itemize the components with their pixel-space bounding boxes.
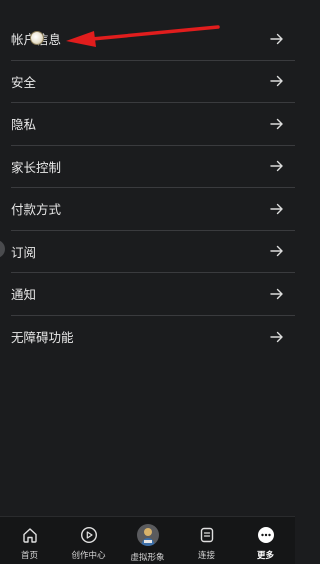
menu-item-security[interactable]: 安全 xyxy=(11,61,295,103)
menu-item-payment-methods[interactable]: 付款方式 xyxy=(11,188,295,231)
tab-label: 连接 xyxy=(197,551,215,561)
menu-item-notifications[interactable]: 通知 xyxy=(11,273,295,316)
tab-label: 创作中心 xyxy=(71,551,106,561)
touch-cursor-icon xyxy=(30,31,44,45)
menu-item-privacy[interactable]: 隐私 xyxy=(11,103,295,146)
arrow-right-icon xyxy=(270,76,283,87)
menu-item-account-info[interactable]: 帐户信息 xyxy=(11,18,295,61)
menu-item-label: 家长控制 xyxy=(11,159,62,175)
menu-item-label: 隐私 xyxy=(11,117,37,133)
arrow-right-icon xyxy=(270,33,283,44)
menu-item-parental-controls[interactable]: 家长控制 xyxy=(11,146,295,188)
tab-label: 虚拟形象 xyxy=(130,553,165,563)
home-icon xyxy=(22,528,37,543)
arrow-right-icon xyxy=(270,203,283,214)
arrow-right-icon xyxy=(270,331,283,342)
play-circle-icon xyxy=(80,526,97,544)
document-icon xyxy=(200,527,213,543)
arrow-right-icon xyxy=(270,118,283,129)
arrow-right-icon xyxy=(270,288,283,299)
tab-label: 首页 xyxy=(20,551,38,561)
menu-item-label: 通知 xyxy=(11,287,37,303)
arrow-right-icon xyxy=(270,246,283,257)
more-dots-icon xyxy=(257,527,274,543)
tab-home[interactable]: 首页 xyxy=(0,517,59,561)
menu-item-label: 帐户信息 xyxy=(11,29,270,48)
tab-label: 更多 xyxy=(256,551,274,561)
menu-item-label: 订阅 xyxy=(11,244,37,260)
tab-more[interactable]: 更多 xyxy=(236,517,295,561)
menu-item-label: 安全 xyxy=(11,74,37,90)
tab-avatar[interactable]: 虚拟形象 xyxy=(118,517,177,563)
menu-item-accessibility[interactable]: 无障碍功能 xyxy=(11,316,295,359)
bottom-tab-bar: 首页 创作中心 虚拟形象 连接 更多 xyxy=(0,516,295,564)
menu-item-subscriptions[interactable]: 订阅 xyxy=(11,231,295,273)
settings-menu: 帐户信息 安全 隐私 家长控制 付款方式 订阅 通知 无障碍功能 xyxy=(0,18,295,358)
avatar-icon xyxy=(136,524,159,546)
menu-item-label: 付款方式 xyxy=(11,202,62,218)
menu-item-label: 无障碍功能 xyxy=(11,330,74,346)
tab-connect[interactable]: 连接 xyxy=(177,517,236,561)
arrow-right-icon xyxy=(270,161,283,172)
tab-creator-center[interactable]: 创作中心 xyxy=(59,517,118,561)
